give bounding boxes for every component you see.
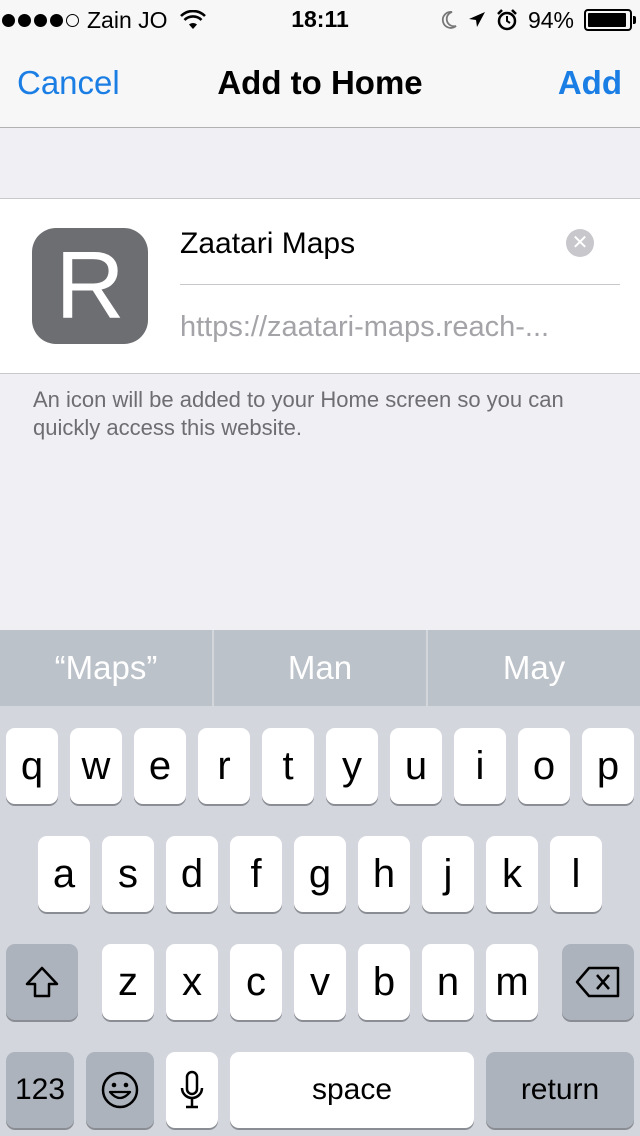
wifi-icon [179,10,206,29]
key-s[interactable]: s [102,836,154,912]
emoji-key[interactable] [86,1052,154,1128]
key-y[interactable]: y [326,728,378,804]
key-r[interactable]: r [198,728,250,804]
emoji-icon [101,1071,139,1109]
battery-icon [584,9,636,31]
backspace-icon [575,966,620,998]
navigation-bar: Cancel Add to Home Add [0,40,640,128]
key-z[interactable]: z [102,944,154,1020]
key-i[interactable]: i [454,728,506,804]
key-j[interactable]: j [422,836,474,912]
return-key[interactable]: return [486,1052,634,1128]
key-n[interactable]: n [422,944,474,1020]
key-g[interactable]: g [294,836,346,912]
key-w[interactable]: w [70,728,122,804]
shift-icon [25,966,59,998]
key-b[interactable]: b [358,944,410,1020]
predictive-text-bar: “Maps” Man May [0,630,640,706]
space-key[interactable]: space [230,1052,474,1128]
suggestion-1[interactable]: “Maps” [0,630,212,706]
key-k[interactable]: k [486,836,538,912]
key-d[interactable]: d [166,836,218,912]
numbers-key[interactable]: 123 [6,1052,74,1128]
key-a[interactable]: a [38,836,90,912]
bookmark-name-field[interactable]: Zaatari Maps ✕ [180,219,620,285]
carrier-name: Zain JO [87,6,168,33]
bookmark-name-value[interactable]: Zaatari Maps [180,227,355,261]
dictation-key[interactable] [166,1052,218,1128]
status-left: Zain JO [0,6,206,34]
shift-key[interactable] [6,944,78,1020]
signal-strength-icon [2,13,79,27]
key-h[interactable]: h [358,836,410,912]
key-o[interactable]: o [518,728,570,804]
key-f[interactable]: f [230,836,282,912]
key-x[interactable]: x [166,944,218,1020]
suggestion-2[interactable]: Man [214,630,426,706]
key-m[interactable]: m [486,944,538,1020]
delete-key[interactable] [562,944,634,1020]
alarm-icon [497,9,517,31]
status-bar: Zain JO 18:11 94% [0,0,640,40]
key-c[interactable]: c [230,944,282,1020]
key-u[interactable]: u [390,728,442,804]
key-e[interactable]: e [134,728,186,804]
keyboard: 123 space return qwertyuiop asdfghjkl zxcv… [0,706,640,1136]
website-icon: R [32,228,148,344]
moon-icon [441,11,457,29]
battery-level [588,13,626,27]
clear-text-icon[interactable]: ✕ [566,229,594,257]
key-l[interactable]: l [550,836,602,912]
status-right: 94% [440,6,636,34]
microphone-icon [180,1070,204,1109]
bookmark-url: https://zaatari-maps.reach-... [180,311,550,343]
key-t[interactable]: t [262,728,314,804]
location-arrow-icon [468,12,485,27]
key-v[interactable]: v [294,944,346,1020]
battery-percent: 94% [527,6,574,33]
add-button[interactable]: Add [558,64,622,102]
hint-text: An icon will be added to your Home scree… [33,387,564,440]
bookmark-card: R Zaatari Maps ✕ https://zaatari-maps.re… [0,198,640,374]
cancel-button[interactable]: Cancel [17,64,120,102]
key-q[interactable]: q [6,728,58,804]
key-p[interactable]: p [582,728,634,804]
suggestion-3[interactable]: May [428,630,640,706]
